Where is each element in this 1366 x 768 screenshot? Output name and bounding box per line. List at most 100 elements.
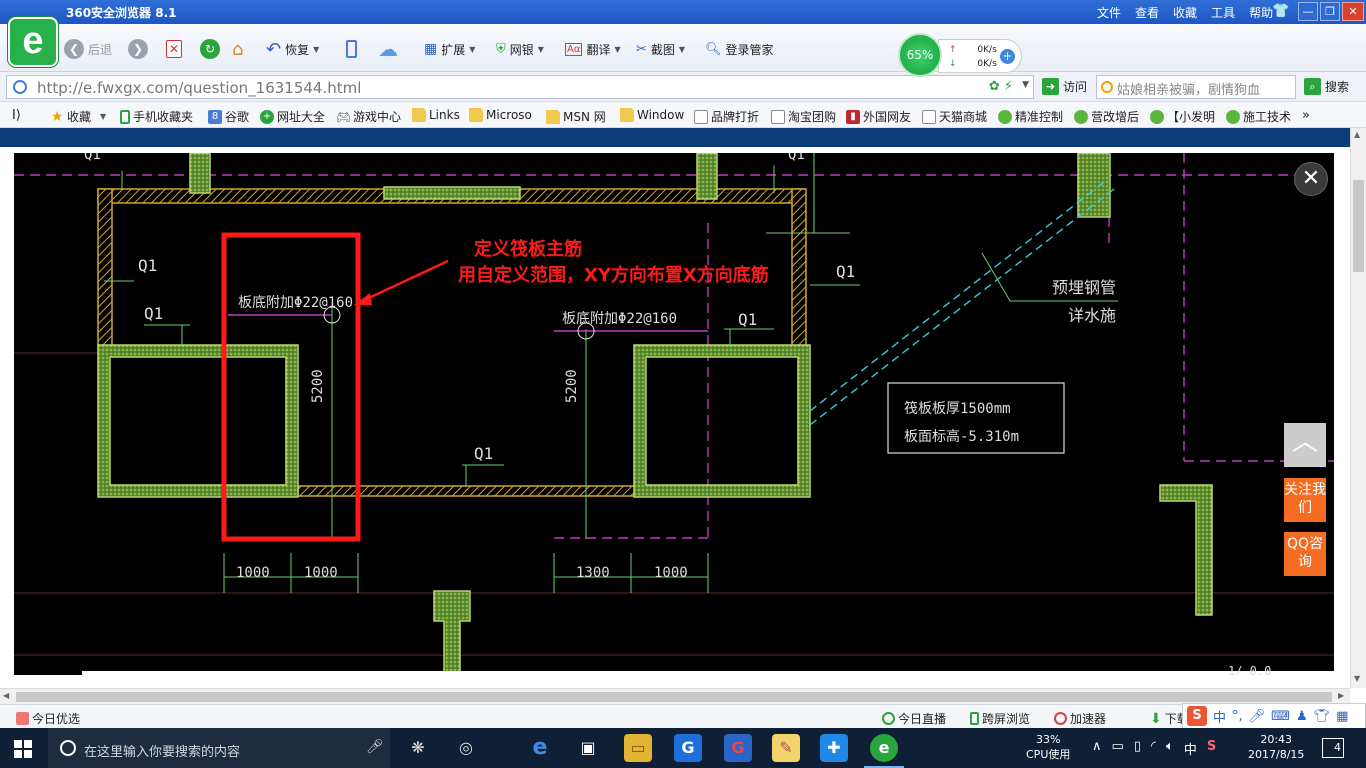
scroll-down-icon[interactable]: ▼	[1354, 674, 1360, 683]
fav-item-1[interactable]: 手机收藏夹	[120, 108, 193, 125]
windows-start-icon[interactable]	[14, 740, 32, 758]
ime-indicator[interactable]: 中	[1184, 739, 1197, 758]
file-explorer-icon[interactable]: ▭	[624, 734, 652, 762]
app-swirl-icon[interactable]: ◎	[452, 734, 480, 762]
ime-toolbar[interactable]: S 中 °, 🎤︎ ⌨ ♟ 👕︎ ▦	[1182, 703, 1366, 729]
address-bar[interactable]: http://e.fwxgx.com/question_1631544.html…	[6, 75, 1034, 99]
volume-icon[interactable]: 🔈︎	[1166, 739, 1174, 758]
browser-360-icon[interactable]: e	[864, 734, 904, 768]
wifi-icon[interactable]: ◜	[1151, 739, 1156, 758]
back-button[interactable]: ❮ 后退	[64, 38, 112, 60]
menu-favorites[interactable]: 收藏	[1173, 4, 1197, 21]
fav-item-8[interactable]: Window	[620, 108, 684, 122]
visit-button[interactable]: ➜ 访问	[1042, 78, 1087, 95]
scroll-left-icon[interactable]: ◀	[3, 691, 9, 700]
user-icon[interactable]: ♟	[1296, 709, 1308, 724]
shirt-icon[interactable]: 👕︎	[1314, 709, 1331, 724]
taskbar-clock[interactable]: 20:43 2017/8/15	[1248, 732, 1304, 762]
minimize-button[interactable]: —	[1298, 2, 1318, 21]
today-live[interactable]: 今日直播	[882, 710, 946, 727]
screenshot-button[interactable]: ✂ 截图 ▼	[636, 38, 685, 60]
chevron-up-icon[interactable]: ∧	[1092, 739, 1102, 758]
fav-item-0[interactable]: ★ 收藏 ▼	[50, 108, 106, 125]
upload-rate: 0K/s	[977, 45, 997, 55]
fav-item-6[interactable]: Microso	[469, 108, 532, 122]
fav-item-11[interactable]: ▮ 外国网友	[846, 108, 911, 125]
refresh-button[interactable]: ↻	[200, 38, 220, 60]
fav-item-10[interactable]: 淘宝团购	[771, 108, 836, 125]
fav-item-7[interactable]: MSN 网	[546, 108, 606, 125]
netbank-button[interactable]: ⛨ 网银 ▼	[496, 38, 544, 60]
horizontal-scroll-thumb[interactable]	[16, 692, 1332, 702]
notes-app-icon[interactable]: ✎	[772, 734, 800, 762]
login-manager-button[interactable]: 🔍︎ 登录管家	[705, 38, 774, 60]
accelerate-plus-icon[interactable]: +	[1000, 49, 1015, 64]
accelerator[interactable]: 加速器	[1054, 710, 1106, 727]
skin-icon[interactable]: 👕	[1272, 3, 1290, 19]
chevron-down-icon[interactable]: ▼	[1022, 80, 1029, 90]
restore-tab-button[interactable]: ↶ 恢复 ▼	[266, 38, 319, 60]
cross-screen[interactable]: 跨屏浏览	[970, 710, 1030, 727]
cloud-button[interactable]: ☁	[378, 37, 398, 61]
plus-app-icon[interactable]: ✚	[820, 734, 848, 762]
restore-button[interactable]: ❐	[1320, 2, 1340, 21]
close-image-icon[interactable]: ✕	[1294, 162, 1328, 196]
keyboard-icon[interactable]: ⌨	[1271, 709, 1290, 724]
extend-button[interactable]: ▦ 扩展 ▼	[424, 38, 475, 60]
mic-icon[interactable]: 🎤︎	[1249, 709, 1266, 724]
fav-item-12[interactable]: 天猫商城	[922, 108, 987, 125]
glodon-app-icon[interactable]: G	[674, 734, 702, 762]
browser-logo-icon[interactable]: e	[8, 17, 58, 67]
more-favorites-icon[interactable]: »	[1302, 108, 1310, 123]
fav-item-4[interactable]: 🎮︎ 游戏中心	[336, 108, 401, 125]
back-to-top-button[interactable]: ︿	[1284, 423, 1326, 467]
fav-label: 天猫商城	[939, 110, 988, 124]
fav-item-15[interactable]: 【小发明	[1150, 108, 1215, 125]
fav-item-14[interactable]: 营改增后	[1074, 108, 1139, 125]
menu-file[interactable]: 文件	[1097, 4, 1121, 21]
vertical-scrollbar[interactable]: ▲ ▼	[1350, 128, 1366, 688]
fav-item-3[interactable]: + 网址大全	[260, 108, 325, 125]
qq-consult-button[interactable]: QQ咨询	[1284, 532, 1326, 576]
notification-center-icon[interactable]: 4	[1322, 738, 1344, 758]
network-icon[interactable]: ▭	[1112, 739, 1124, 758]
task-view-icon[interactable]: ❋	[404, 734, 432, 762]
url-text[interactable]: http://e.fwxgx.com/question_1631544.html	[37, 79, 361, 97]
taskbar-search-box[interactable]: 在这里输入你要搜索的内容 🎤︎	[48, 728, 390, 768]
stop-button[interactable]: ✕	[166, 38, 182, 60]
network-monitor[interactable]: ↑ 0K/s ↓ 0K/s 65% +	[898, 33, 1024, 77]
fav-item-2[interactable]: 8 谷歌	[208, 108, 249, 125]
horizontal-scrollbar[interactable]: ◀ ▶	[0, 688, 1350, 704]
ime-language[interactable]: 中	[1213, 707, 1226, 726]
menu-bar: 文件 查看 收藏 工具 帮助	[1097, 4, 1273, 21]
sidebar-toggle-icon[interactable]: I⟩	[12, 108, 21, 123]
fav-item-9[interactable]: 品牌打折	[694, 108, 759, 125]
scroll-right-icon[interactable]: ▶	[1338, 691, 1344, 700]
scroll-up-icon[interactable]: ▲	[1354, 130, 1360, 139]
fav-item-13[interactable]: 精准控制	[998, 108, 1063, 125]
punctuation-icon[interactable]: °,	[1232, 709, 1243, 724]
fav-item-5[interactable]: Links	[412, 108, 460, 122]
mic-icon[interactable]: 🎤︎	[366, 739, 384, 755]
edge-browser-icon[interactable]: e	[526, 734, 554, 762]
menu-view[interactable]: 查看	[1135, 4, 1159, 21]
close-window-button[interactable]: ✕	[1342, 2, 1364, 21]
search-button[interactable]: ⌕ 搜索	[1304, 78, 1349, 95]
home-button[interactable]: ⌂	[232, 38, 243, 60]
dimension-5200-right: 5200	[564, 369, 580, 403]
translate-button[interactable]: Aα 翻译 ▼	[565, 38, 621, 60]
forward-button[interactable]: ❯	[128, 38, 148, 60]
grid-icon[interactable]: ▦	[1336, 709, 1348, 724]
search-input[interactable]: 姑娘相亲被骗，剧情狗血	[1096, 75, 1296, 99]
menu-help[interactable]: 帮助	[1249, 4, 1273, 21]
phone-button[interactable]	[346, 38, 357, 60]
menu-tools[interactable]: 工具	[1211, 4, 1235, 21]
follow-us-button[interactable]: 关注我们	[1284, 478, 1326, 522]
today-picks[interactable]: 今日优选	[16, 710, 80, 727]
sogou-tray-icon[interactable]: S	[1207, 739, 1216, 758]
battery-icon[interactable]: ▯	[1134, 739, 1141, 758]
vertical-scroll-thumb[interactable]	[1353, 180, 1364, 272]
glodon-app2-icon[interactable]: G	[724, 734, 752, 762]
store-icon[interactable]: ▣	[574, 734, 602, 762]
fav-item-16[interactable]: 施工技术	[1226, 108, 1291, 125]
